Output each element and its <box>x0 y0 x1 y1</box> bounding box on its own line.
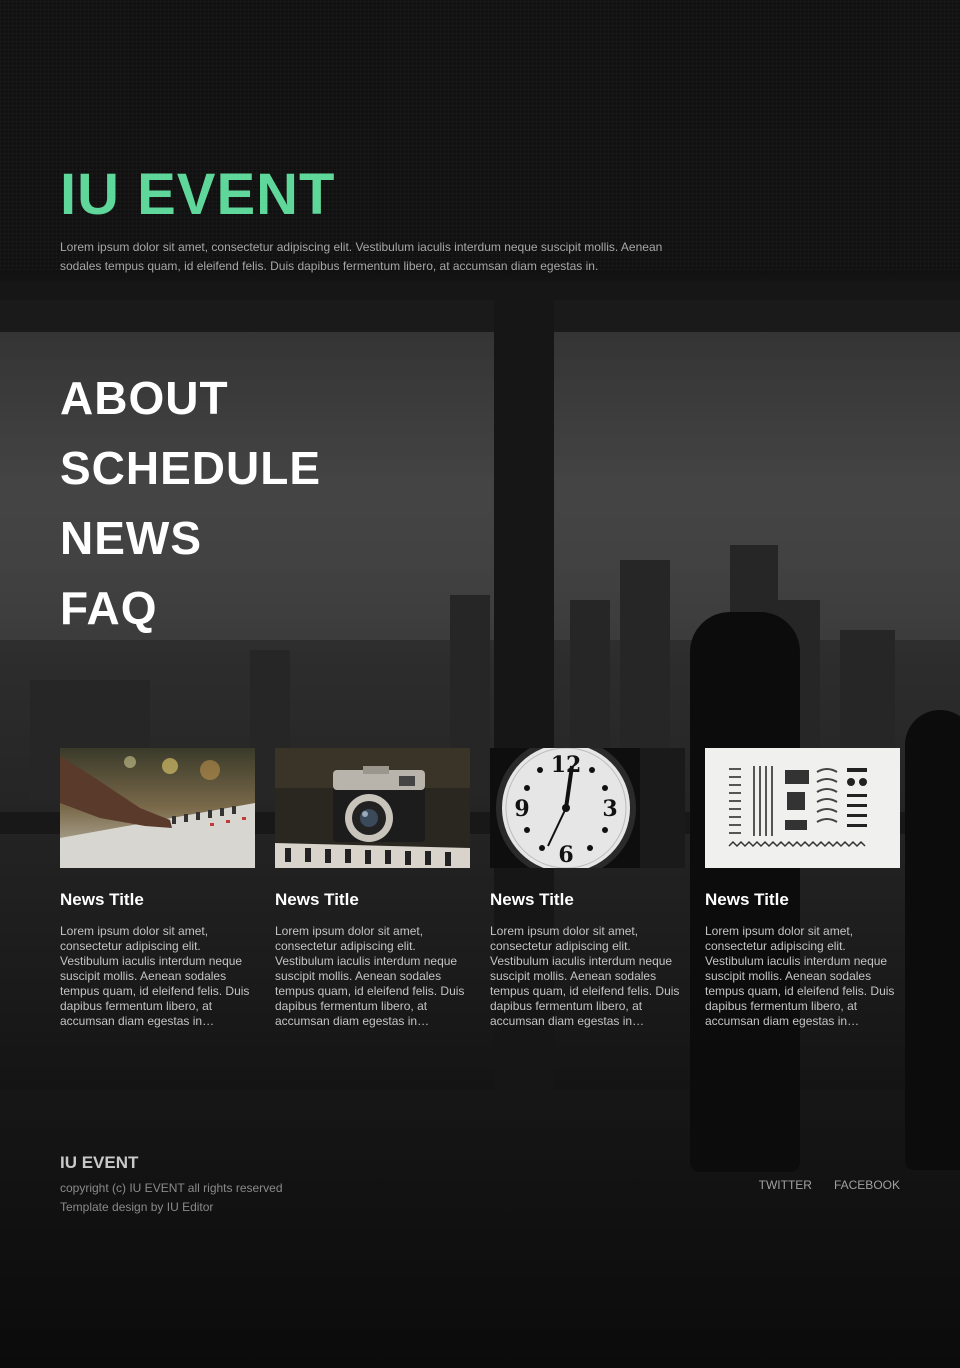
news-excerpt: Lorem ipsum dolor sit amet, consectetur … <box>275 924 465 1028</box>
facebook-link[interactable]: FACEBOOK <box>834 1178 900 1193</box>
nav-link-about[interactable]: ABOUT <box>60 368 229 428</box>
svg-text:6: 6 <box>558 842 573 868</box>
nav-link-schedule[interactable]: SCHEDULE <box>60 438 321 498</box>
nav-link-faq[interactable]: FAQ <box>60 578 158 638</box>
news-title[interactable]: News Title <box>275 890 470 910</box>
copyright-text: copyright (c) IU EVENT all rights reserv… <box>60 1181 283 1195</box>
news-title[interactable]: News Title <box>490 890 685 910</box>
wall-clock-photo[interactable]: 12 3 6 9 <box>490 748 685 868</box>
background-ceiling <box>0 0 960 270</box>
news-excerpt: Lorem ipsum dolor sit amet, consectetur … <box>490 924 680 1028</box>
site-logo[interactable]: IU EVENT <box>60 166 336 224</box>
news-card: News Title Lorem ipsum dolor sit amet, c… <box>705 748 900 1029</box>
svg-text:3: 3 <box>602 796 617 822</box>
nav-item-news: NEWS <box>60 508 321 578</box>
svg-text:12: 12 <box>551 752 582 778</box>
background-floor <box>0 1120 960 1368</box>
news-card: News Title Lorem ipsum dolor sit amet, c… <box>275 748 470 1029</box>
news-card: 12 3 6 9 News Title Lorem ipsum dolor si… <box>490 748 685 1029</box>
vintage-camera-photo[interactable] <box>275 748 470 868</box>
intro-text: Lorem ipsum dolor sit amet, consectetur … <box>60 240 663 273</box>
news-grid: News Title Lorem ipsum dolor sit amet, c… <box>60 748 900 1048</box>
nav-item-faq: FAQ <box>60 578 321 648</box>
footer-logo[interactable]: IU EVENT <box>60 1153 138 1173</box>
news-excerpt: Lorem ipsum dolor sit amet, consectetur … <box>60 924 250 1028</box>
svg-text:9: 9 <box>514 796 529 822</box>
main-nav: ABOUT SCHEDULE NEWS FAQ <box>60 368 321 648</box>
nav-link-news[interactable]: NEWS <box>60 508 202 568</box>
audio-mixer-photo[interactable] <box>60 748 255 868</box>
template-credit: Template design by IU Editor <box>60 1200 214 1214</box>
typewriter-parts-photo[interactable] <box>705 748 900 868</box>
news-excerpt: Lorem ipsum dolor sit amet, consectetur … <box>705 924 895 1028</box>
page: IU EVENT Lorem ipsum dolor sit amet, con… <box>0 0 960 1368</box>
nav-item-schedule: SCHEDULE <box>60 438 321 508</box>
news-card: News Title Lorem ipsum dolor sit amet, c… <box>60 748 255 1029</box>
nav-item-about: ABOUT <box>60 368 321 438</box>
news-title[interactable]: News Title <box>60 890 255 910</box>
news-title[interactable]: News Title <box>705 890 900 910</box>
social-links: TWITTER FACEBOOK <box>759 1178 900 1193</box>
twitter-link[interactable]: TWITTER <box>759 1178 812 1193</box>
